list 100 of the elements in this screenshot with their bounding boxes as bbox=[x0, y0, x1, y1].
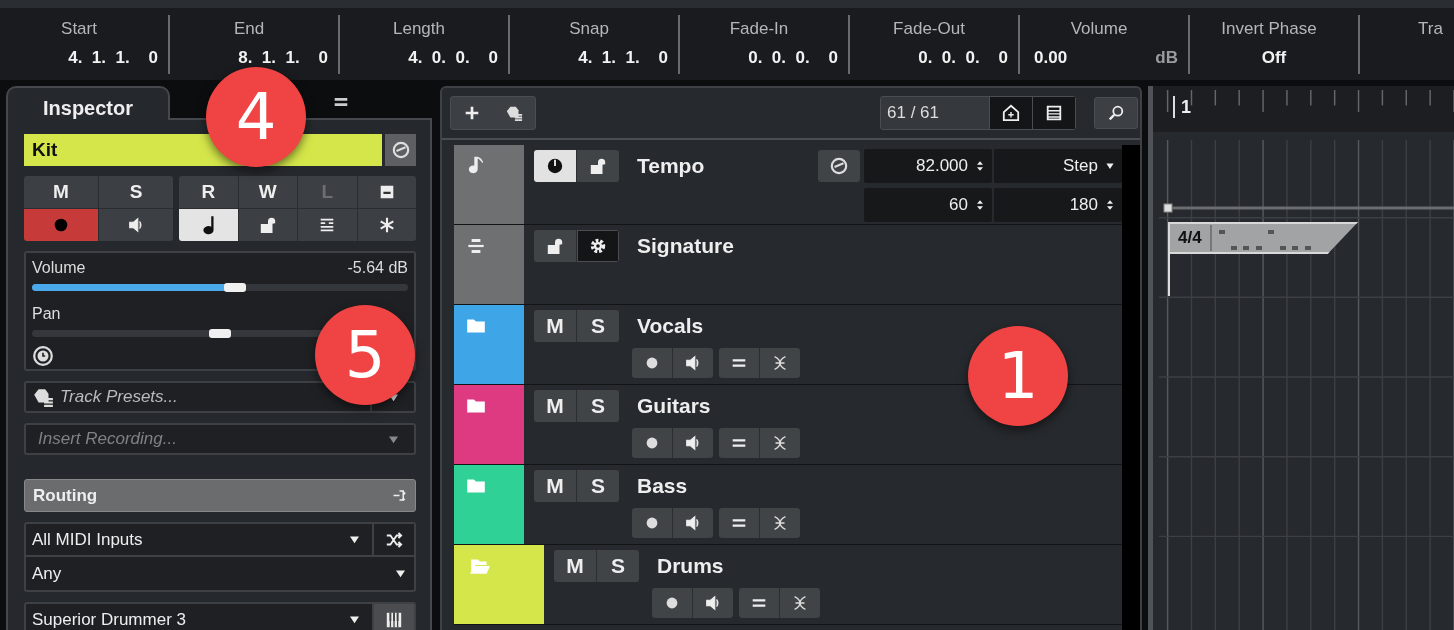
note-icon bbox=[202, 215, 214, 235]
info-label: Volume bbox=[1070, 19, 1128, 39]
gear-icon bbox=[589, 237, 607, 255]
info-value[interactable]: 0. 0. 0. 0 bbox=[748, 48, 838, 68]
lock-icon bbox=[258, 216, 277, 234]
channel-dropdown[interactable]: Any bbox=[26, 555, 414, 590]
lock-icon bbox=[589, 157, 607, 175]
edit-button[interactable] bbox=[385, 134, 416, 166]
automation-button[interactable] bbox=[760, 428, 800, 458]
inspector-tab[interactable]: Inspector bbox=[6, 86, 170, 120]
volume-thumb[interactable] bbox=[224, 283, 247, 292]
solo-button[interactable]: S bbox=[99, 176, 173, 208]
scrollbar-track[interactable] bbox=[1122, 145, 1140, 630]
lock-button[interactable] bbox=[238, 209, 297, 241]
plus-icon bbox=[463, 104, 481, 122]
tempo-field[interactable]: 82.000 bbox=[864, 149, 992, 183]
pan-label: Pan bbox=[32, 305, 61, 324]
routing-icon bbox=[392, 488, 407, 503]
monitor-button[interactable] bbox=[673, 508, 713, 538]
lock-icon bbox=[546, 237, 564, 255]
volume-reading: -5.64 dB bbox=[347, 259, 408, 278]
freeze-button[interactable] bbox=[357, 209, 416, 241]
signature-event[interactable]: 4/4 bbox=[1168, 222, 1358, 254]
write-button[interactable]: W bbox=[238, 176, 297, 208]
record-enable-button[interactable] bbox=[24, 209, 98, 241]
info-value[interactable]: 4. 1. 1. 0 bbox=[578, 48, 668, 68]
presets-icon bbox=[32, 386, 54, 408]
tempo-enable-button[interactable] bbox=[534, 150, 576, 182]
automation-button[interactable] bbox=[760, 348, 800, 378]
house-icon bbox=[1002, 104, 1020, 122]
solo-button[interactable]: S bbox=[577, 310, 619, 342]
lock-button[interactable] bbox=[577, 150, 619, 182]
search-button[interactable] bbox=[1094, 97, 1138, 129]
track-count: 61 / 61 bbox=[886, 102, 940, 124]
tempo-mode-dropdown[interactable]: Step bbox=[994, 149, 1122, 183]
mute-button[interactable]: M bbox=[534, 470, 576, 502]
mute-button[interactable]: M bbox=[534, 310, 576, 342]
speaker-icon bbox=[127, 216, 145, 234]
solo-button[interactable]: S bbox=[577, 390, 619, 422]
lanes-button[interactable] bbox=[719, 508, 759, 538]
read-button[interactable]: R bbox=[179, 176, 238, 208]
info-label: Fade-Out bbox=[893, 19, 965, 39]
search-icon bbox=[1107, 104, 1125, 122]
instrument-button[interactable] bbox=[372, 604, 414, 630]
visibility-button[interactable] bbox=[989, 97, 1032, 129]
lanes-button[interactable] bbox=[719, 428, 759, 458]
info-value[interactable]: 0.00 bbox=[1034, 48, 1068, 68]
info-label: Length bbox=[393, 19, 445, 39]
mute-button[interactable]: M bbox=[534, 390, 576, 422]
pan-thumb[interactable] bbox=[209, 329, 231, 338]
tempo-min-field[interactable]: 60 bbox=[864, 188, 992, 222]
info-label: Snap bbox=[569, 19, 609, 39]
info-label: Invert Phase bbox=[1221, 19, 1317, 39]
lanes-button[interactable] bbox=[719, 348, 759, 378]
lock-button[interactable] bbox=[534, 230, 576, 262]
musical-mode-button[interactable] bbox=[179, 209, 238, 241]
automation-icon bbox=[32, 345, 54, 367]
automation-button[interactable] bbox=[760, 508, 800, 538]
info-label: Tra bbox=[1418, 19, 1443, 39]
info-value[interactable]: 4. 1. 1. 0 bbox=[68, 48, 158, 68]
edit-button[interactable] bbox=[818, 150, 860, 182]
info-value[interactable]: 4. 0. 0. 0 bbox=[408, 48, 498, 68]
dial-icon bbox=[546, 157, 564, 175]
volume-label: Volume bbox=[32, 259, 86, 278]
asterisk-icon bbox=[377, 216, 396, 234]
monitor-button[interactable] bbox=[693, 588, 733, 618]
mute-button[interactable]: M bbox=[554, 550, 596, 582]
mute-button[interactable]: M bbox=[24, 176, 98, 208]
info-label: Fade-In bbox=[729, 19, 789, 39]
info-label: Start bbox=[61, 19, 97, 39]
monitor-button[interactable] bbox=[99, 209, 173, 241]
record-button[interactable] bbox=[632, 428, 672, 458]
record-button[interactable] bbox=[652, 588, 692, 618]
unit-label: dB bbox=[1155, 48, 1178, 68]
shuffle-icon bbox=[385, 530, 403, 549]
speaker-icon bbox=[684, 354, 702, 372]
info-value[interactable]: Off bbox=[1261, 48, 1287, 68]
lanes-display-button[interactable] bbox=[298, 209, 357, 241]
info-value[interactable]: 8. 1. 1. 0 bbox=[238, 48, 328, 68]
midi-input-dropdown[interactable]: All MIDI Inputs bbox=[26, 524, 372, 555]
presets-icon bbox=[505, 104, 523, 122]
track-name: Tempo bbox=[637, 154, 705, 178]
settings-button[interactable] bbox=[577, 230, 619, 262]
routing-header[interactable]: Routing bbox=[24, 479, 416, 512]
tempo-max-field[interactable]: 180 bbox=[994, 188, 1122, 222]
track-name: Guitars bbox=[637, 394, 711, 418]
solo-button[interactable]: S bbox=[577, 470, 619, 502]
solo-button[interactable]: S bbox=[597, 550, 639, 582]
monitor-button[interactable] bbox=[673, 348, 713, 378]
lanes-button[interactable] bbox=[739, 588, 779, 618]
record-button[interactable] bbox=[632, 508, 672, 538]
record-button[interactable] bbox=[632, 348, 672, 378]
track-name: Vocals bbox=[637, 314, 704, 338]
info-label: End bbox=[233, 19, 265, 39]
shuffle-button[interactable] bbox=[372, 524, 414, 555]
editor-button[interactable] bbox=[357, 176, 416, 208]
info-value[interactable]: 0. 0. 0. 0 bbox=[918, 48, 1008, 68]
monitor-button[interactable] bbox=[673, 428, 713, 458]
record-icon bbox=[52, 216, 70, 234]
automation-button[interactable] bbox=[780, 588, 820, 618]
